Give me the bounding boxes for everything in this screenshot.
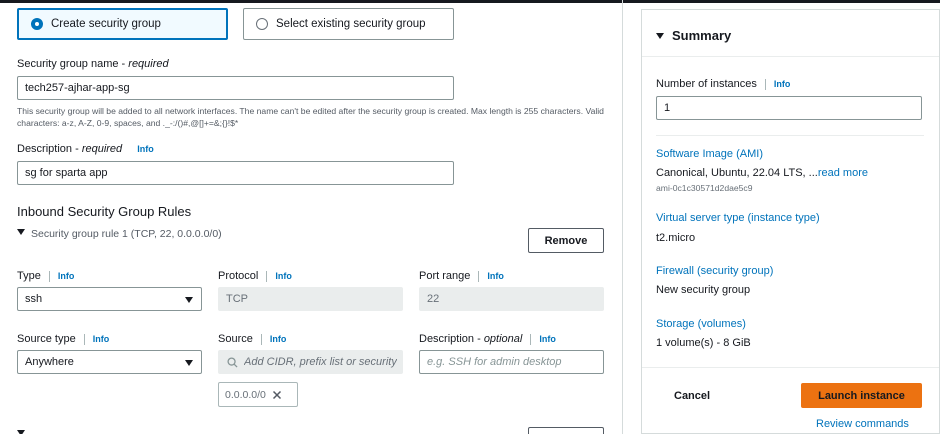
sg-name-label: Security group name - required (17, 58, 169, 70)
protocol-label-text: Protocol (218, 270, 259, 282)
port-range-label-text: Port range (419, 270, 471, 282)
source-token: 0.0.0.0/0 (218, 382, 298, 407)
cancel-button[interactable]: Cancel (674, 390, 710, 402)
panel-divider (622, 0, 623, 434)
select-option-label: Select existing security group (276, 18, 426, 30)
instance-type-value: t2.micro (656, 232, 696, 244)
summary-title: Summary (672, 28, 732, 43)
ami-value: Canonical, Ubuntu, 22.04 LTS, ...read mo… (656, 167, 868, 179)
create-security-group-option[interactable]: Create security group (17, 8, 228, 40)
source-type-label-text: Source type (17, 333, 76, 345)
inbound-rules-heading: Inbound Security Group Rules (17, 204, 192, 219)
source-type-select[interactable]: Anywhere (17, 350, 202, 374)
sg-name-hint: This security group will be added to all… (17, 106, 604, 128)
search-icon (227, 356, 238, 368)
storage-value: 1 volume(s) - 8 GiB (656, 337, 751, 349)
summary-divider (656, 135, 924, 136)
protocol-value: TCP (226, 293, 248, 305)
instances-info-link[interactable]: Info (774, 79, 791, 89)
rule-description-input[interactable]: e.g. SSH for admin desktop (419, 350, 604, 374)
sg-name-label-text: Security group name (17, 58, 119, 70)
description-label-text: Description (17, 143, 73, 155)
source-type-value: Anywhere (25, 356, 74, 368)
sg-name-input[interactable]: tech257-ajhar-app-sg (17, 76, 454, 100)
protocol-info-link[interactable]: Info (275, 271, 292, 281)
source-type-info-link[interactable]: Info (93, 334, 110, 344)
port-range-info-link[interactable]: Info (487, 271, 504, 281)
firewall-link[interactable]: Firewall (security group) (656, 265, 773, 277)
source-label: Source Info (218, 333, 286, 345)
summary-divider (642, 367, 939, 368)
launch-instance-button[interactable]: Launch instance (801, 383, 922, 408)
type-label-text: Type (17, 270, 41, 282)
firewall-value: New security group (656, 284, 751, 296)
divider (764, 78, 766, 90)
instances-label: Number of instances Info (656, 78, 790, 90)
caret-down-icon[interactable] (656, 32, 664, 39)
divider (266, 270, 268, 282)
divider (260, 333, 262, 345)
source-type-label: Source type Info (17, 333, 109, 345)
description-required: required (81, 143, 123, 155)
summary-divider (642, 56, 939, 57)
rule-description-label-text: Description (419, 333, 475, 345)
source-info-link[interactable]: Info (270, 334, 287, 344)
sg-name-required: required (128, 58, 169, 70)
rule-description-label: Description - optional Info (419, 333, 556, 345)
protocol-input: TCP (218, 287, 403, 311)
sg-name-value: tech257-ajhar-app-sg (25, 82, 130, 94)
select-existing-radio[interactable] (256, 18, 268, 30)
divider (530, 333, 532, 345)
review-commands-link[interactable]: Review commands (816, 418, 909, 430)
create-option-label: Create security group (51, 18, 161, 30)
type-value: ssh (25, 293, 43, 305)
type-info-link[interactable]: Info (58, 271, 75, 281)
port-range-label: Port range Info (419, 270, 504, 282)
summary-header[interactable]: Summary (656, 28, 731, 43)
rule-1-title: Security group rule 1 (TCP, 22, 0.0.0.0/… (31, 228, 222, 240)
ami-link[interactable]: Software Image (AMI) (656, 148, 763, 160)
next-rule-button[interactable] (528, 427, 604, 434)
type-select[interactable]: ssh (17, 287, 202, 311)
rule-description-optional: optional (483, 333, 523, 345)
instances-value: 1 (664, 102, 671, 114)
port-range-value: 22 (427, 293, 440, 305)
storage-link[interactable]: Storage (volumes) (656, 318, 746, 330)
description-label: Description - required Info (17, 143, 154, 155)
ami-id: ami-0c1c30571d2dae5c9 (656, 183, 753, 193)
instance-type-link[interactable]: Virtual server type (instance type) (656, 212, 820, 224)
description-input[interactable]: sg for sparta app (17, 161, 454, 185)
top-border (0, 0, 940, 3)
read-more-link[interactable]: read more (818, 167, 868, 179)
source-search-input[interactable]: Add CIDR, prefix list or security (218, 350, 403, 374)
type-label: Type Info (17, 270, 74, 282)
protocol-label: Protocol Info (218, 270, 292, 282)
remove-rule-button[interactable]: Remove (528, 228, 604, 253)
rule-description-info-link[interactable]: Info (539, 334, 556, 344)
description-info-link[interactable]: Info (137, 144, 154, 154)
source-token-value: 0.0.0.0/0 (225, 388, 266, 401)
close-icon[interactable] (272, 390, 282, 400)
rule-description-placeholder: e.g. SSH for admin desktop (427, 356, 562, 368)
instances-label-text: Number of instances (656, 78, 757, 90)
caret-down-icon[interactable] (17, 430, 25, 434)
description-value: sg for sparta app (25, 167, 108, 179)
instances-input[interactable]: 1 (656, 96, 922, 120)
rule-1-header[interactable]: Security group rule 1 (TCP, 22, 0.0.0.0/… (17, 228, 222, 240)
dropdown-caret-icon (185, 297, 193, 303)
dropdown-caret-icon (185, 360, 193, 366)
divider (48, 270, 50, 282)
divider (83, 333, 85, 345)
source-label-text: Source (218, 333, 253, 345)
create-radio[interactable] (31, 18, 43, 30)
summary-panel: Summary Number of instances Info 1 Softwa… (641, 9, 940, 434)
caret-down-icon[interactable] (17, 229, 25, 235)
ami-value-text: Canonical, Ubuntu, 22.04 LTS, ... (656, 167, 818, 179)
source-placeholder: Add CIDR, prefix list or security (244, 356, 397, 368)
divider (478, 270, 480, 282)
port-range-input: 22 (419, 287, 604, 311)
select-existing-security-group-option[interactable]: Select existing security group (243, 8, 454, 40)
